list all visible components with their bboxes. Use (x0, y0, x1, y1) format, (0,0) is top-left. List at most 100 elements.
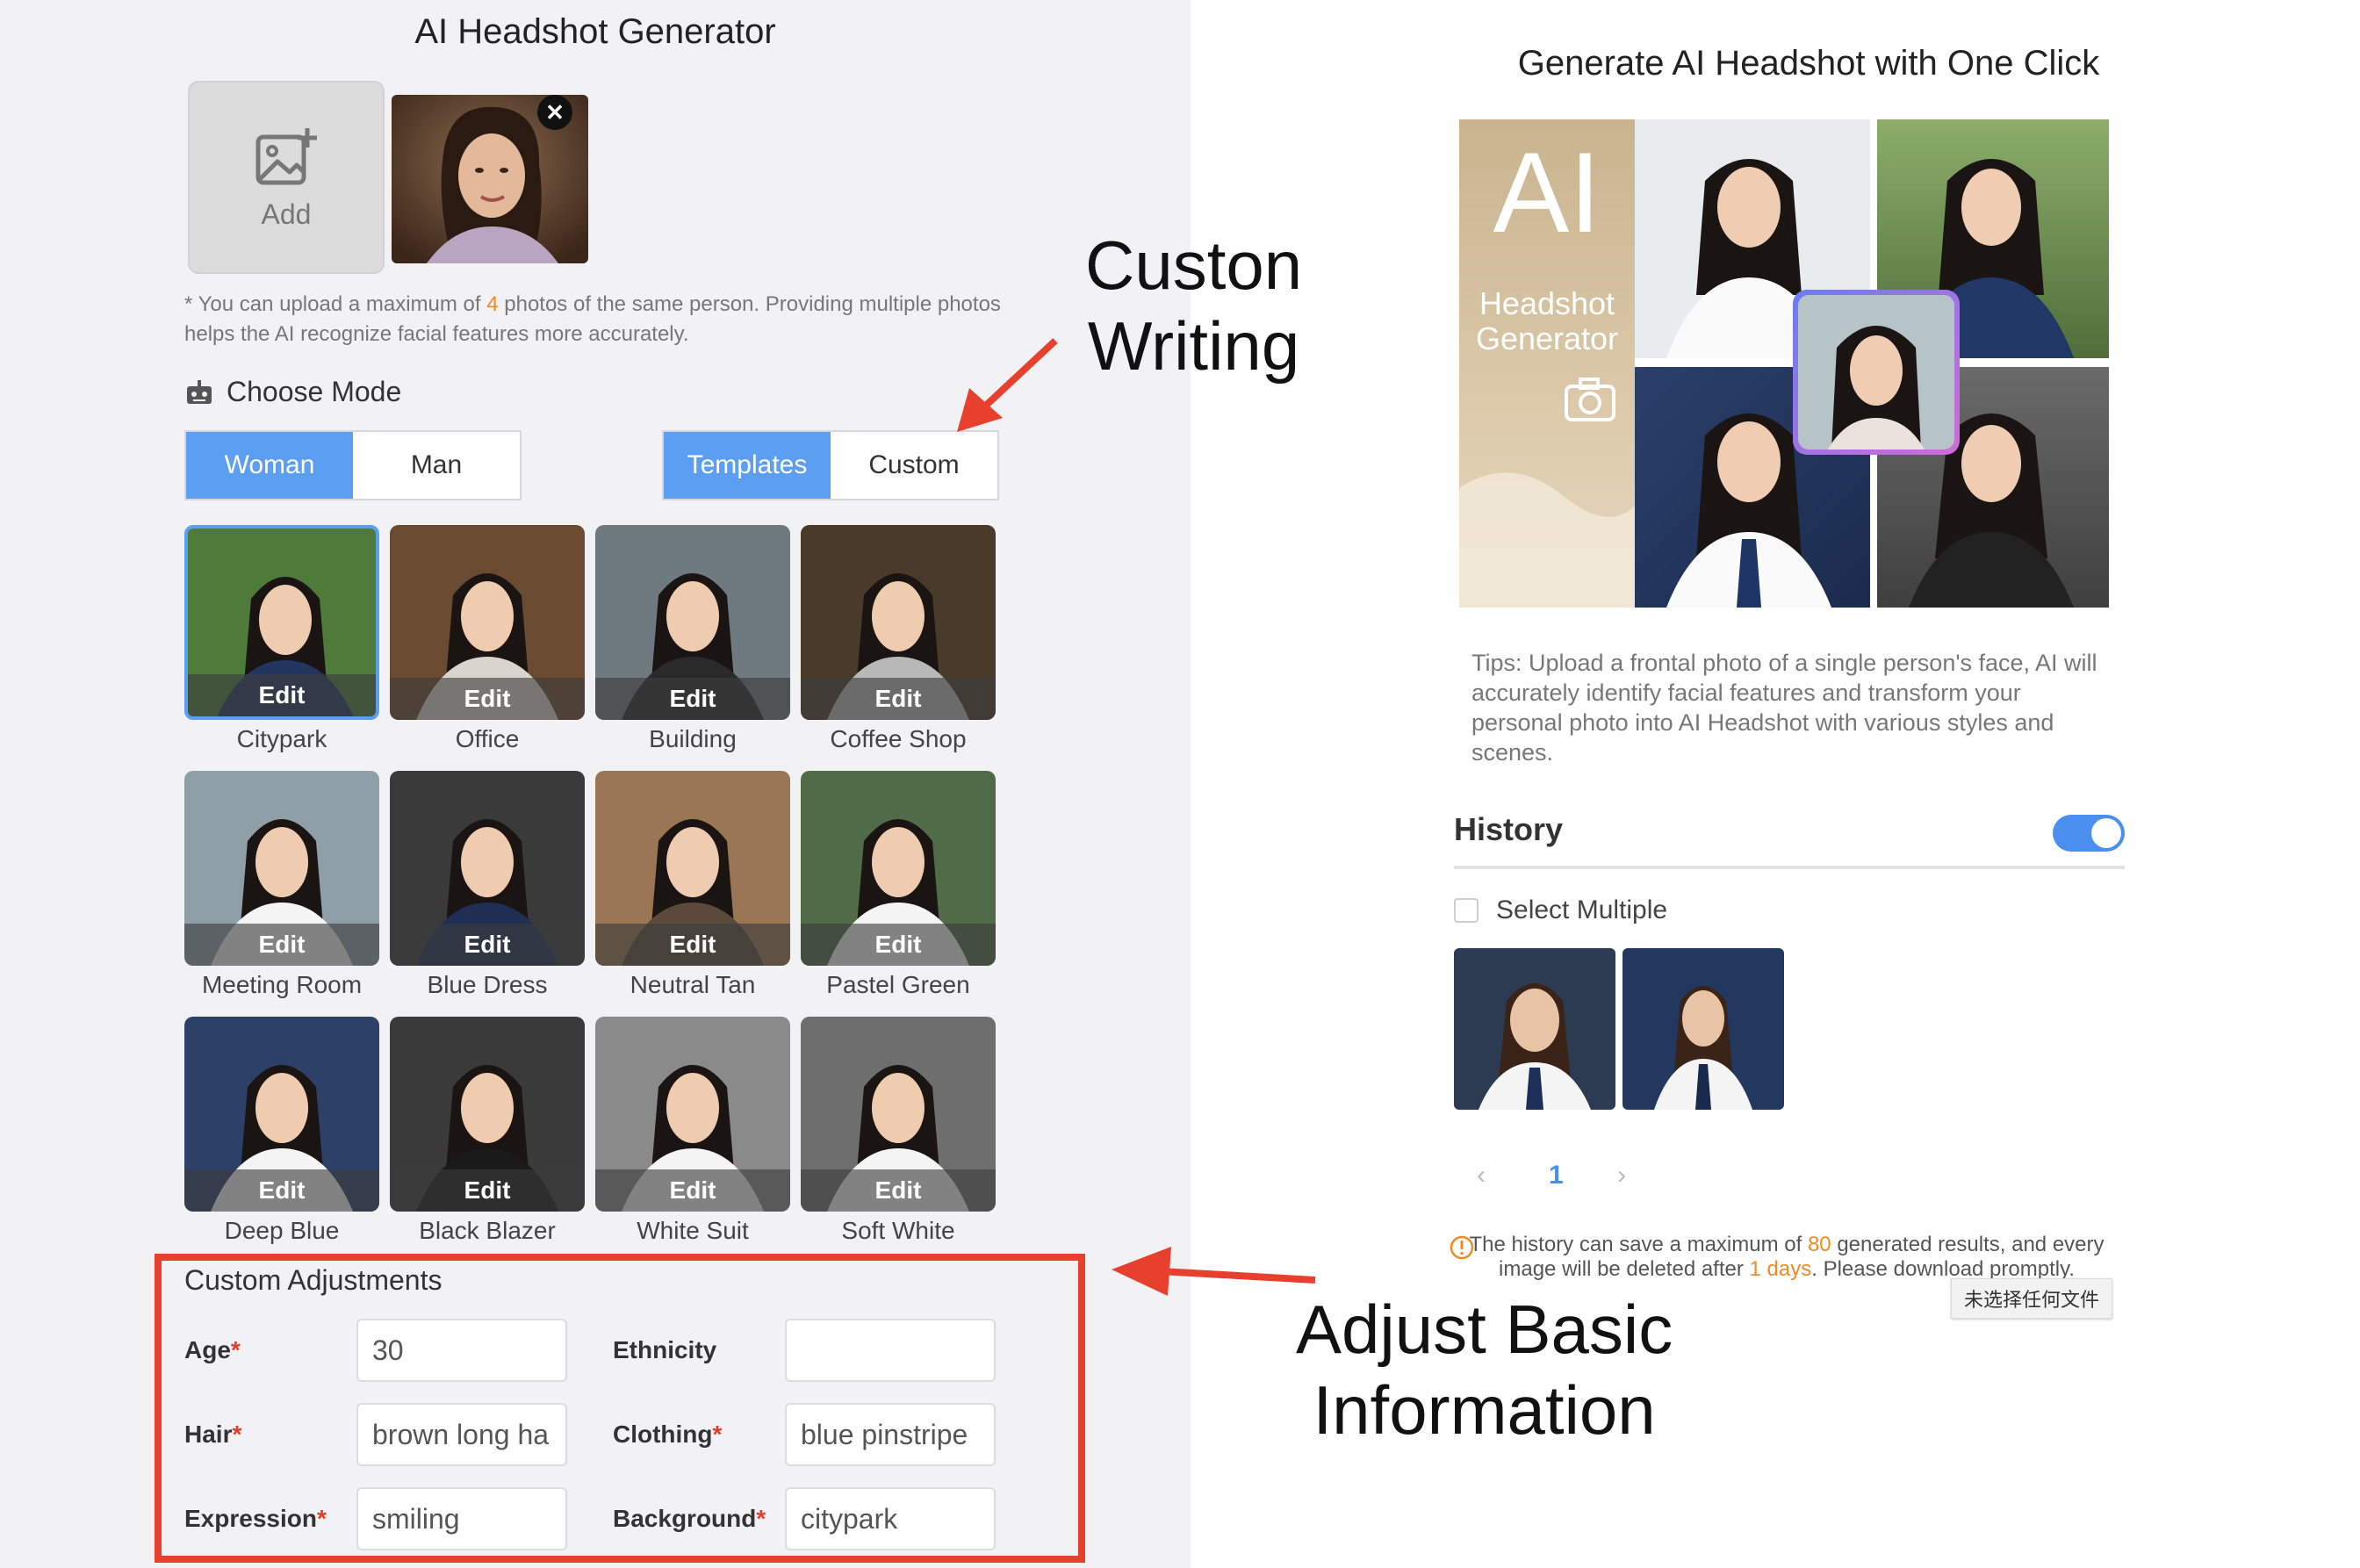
screenshot-root: AI Headshot Generator Add ✕ * You can up… (0, 0, 2360, 1568)
template-name: Blue Dress (427, 971, 548, 998)
expression-input[interactable]: smiling (356, 1487, 567, 1550)
page-number[interactable]: 1 (1549, 1161, 1564, 1190)
template-image[interactable]: Edit (184, 771, 379, 966)
edit-button[interactable]: Edit (390, 678, 585, 720)
hair-label: Hair* (184, 1421, 242, 1448)
prev-page-button[interactable]: ‹ (1477, 1161, 1486, 1190)
toggle-knob (2091, 818, 2121, 848)
template-name: White Suit (637, 1217, 749, 1244)
age-label: Age* (184, 1336, 241, 1363)
template-name: Neutral Tan (630, 971, 756, 998)
template-card[interactable]: Edit Neutral Tan (595, 771, 790, 999)
history-divider (1454, 866, 2125, 869)
next-page-button[interactable]: › (1617, 1161, 1626, 1190)
template-card[interactable]: Edit Pastel Green (801, 771, 996, 999)
arrow-to-custom (957, 338, 1058, 432)
edit-button[interactable]: Edit (595, 924, 790, 966)
template-image[interactable]: Edit (595, 525, 790, 720)
man-option[interactable]: Man (353, 432, 520, 499)
expression-label: Expression* (184, 1505, 327, 1532)
template-card[interactable]: Edit Black Blazer (390, 1017, 585, 1245)
clothing-input[interactable]: blue pinstripe (785, 1403, 996, 1466)
edit-button[interactable]: Edit (801, 1169, 996, 1212)
edit-button[interactable]: Edit (188, 674, 376, 716)
custom-writing-annotation: Custon Writing (1085, 227, 1303, 385)
age-input[interactable]: 30 (356, 1319, 567, 1382)
chevron-right-icon: › (1617, 1161, 1626, 1190)
background-label: Background* (613, 1505, 766, 1532)
background-input[interactable]: citypark (785, 1487, 996, 1550)
portrait-center (1793, 290, 1960, 455)
hero-line2: Generator (1476, 320, 1618, 356)
close-icon: ✕ (545, 98, 565, 126)
select-multiple-checkbox[interactable] (1454, 898, 1479, 923)
template-image[interactable]: Edit (390, 771, 585, 966)
add-image-icon (255, 127, 317, 184)
template-image[interactable]: Edit (801, 1017, 996, 1212)
template-card[interactable]: Edit Meeting Room (184, 771, 379, 999)
adjust-info-annotation: Adjust Basic Information (1296, 1291, 1673, 1449)
template-image[interactable]: Edit (390, 1017, 585, 1212)
template-name: Office (455, 725, 520, 752)
history-image[interactable] (1622, 948, 1784, 1110)
template-name: Meeting Room (201, 971, 363, 998)
template-card[interactable]: Edit White Suit (595, 1017, 790, 1245)
choose-mode-header: Choose Mode (184, 376, 401, 408)
template-card[interactable]: Edit Office (390, 525, 585, 753)
custom-adjustments-title: Custom Adjustments (184, 1264, 442, 1296)
template-image[interactable]: Edit (595, 1017, 790, 1212)
template-card[interactable]: Edit Coffee Shop (801, 525, 996, 753)
history-toggle[interactable] (2053, 815, 2125, 852)
template-image[interactable]: Edit (801, 771, 996, 966)
template-card[interactable]: Edit Soft White (801, 1017, 996, 1245)
chevron-left-icon: ‹ (1477, 1161, 1486, 1190)
template-card[interactable]: Edit Building (595, 525, 790, 753)
template-card[interactable]: Edit Deep Blue (184, 1017, 379, 1245)
hero-banner: AI Headshot Generator (1459, 119, 2109, 608)
choose-mode-label: Choose Mode (227, 376, 402, 407)
tips-text: Tips: Upload a frontal photo of a single… (1471, 650, 2097, 766)
edit-button[interactable]: Edit (390, 924, 585, 966)
edit-button[interactable]: Edit (595, 678, 790, 720)
template-name: Building (649, 725, 737, 752)
right-title: Generate AI Headshot with One Click (1517, 44, 2100, 83)
add-photo-button[interactable]: Add (188, 81, 385, 274)
edit-button[interactable]: Edit (390, 1169, 585, 1212)
clothing-label: Clothing* (613, 1421, 723, 1448)
template-image[interactable]: Edit (801, 525, 996, 720)
hair-input[interactable]: brown long ha (356, 1403, 567, 1466)
page-title: AI Headshot Generator (414, 12, 776, 51)
template-image[interactable]: Edit (390, 525, 585, 720)
remove-photo-button[interactable]: ✕ (537, 95, 572, 130)
template-card[interactable]: Edit Blue Dress (390, 771, 585, 999)
template-image[interactable]: Edit (184, 1017, 379, 1212)
upload-note: * You can upload a maximum of 4 photos o… (184, 292, 1001, 346)
select-multiple-label: Select Multiple (1496, 895, 1668, 924)
select-multiple[interactable]: Select Multiple (1454, 895, 1667, 925)
template-name: Pastel Green (826, 971, 970, 998)
template-name: Soft White (841, 1217, 955, 1244)
edit-button[interactable]: Edit (801, 924, 996, 966)
generator-panel: AI Headshot Generator Add ✕ * You can up… (0, 0, 1191, 1568)
template-card[interactable]: Edit Citypark (184, 525, 379, 753)
edit-button[interactable]: Edit (184, 1169, 379, 1212)
custom-option[interactable]: Custom (831, 432, 997, 499)
template-image[interactable]: Edit (595, 771, 790, 966)
templates-option[interactable]: Templates (664, 432, 831, 499)
template-name: Black Blazer (419, 1217, 556, 1244)
edit-button[interactable]: Edit (184, 924, 379, 966)
history-title: History (1454, 811, 1564, 847)
file-tooltip: 未选择任何文件 (1951, 1278, 2113, 1319)
history-image[interactable] (1454, 948, 1615, 1110)
arrow-to-adjustments (1112, 1247, 1316, 1296)
hero-ai-text: AI (1493, 128, 1601, 256)
edit-button[interactable]: Edit (595, 1169, 790, 1212)
template-name: Citypark (236, 725, 327, 752)
gender-toggle: Woman Man (184, 430, 522, 500)
woman-option[interactable]: Woman (186, 432, 353, 499)
hero-line1: Headshot (1479, 285, 1615, 321)
template-image[interactable]: Edit (184, 525, 379, 720)
ethnicity-input[interactable] (785, 1319, 996, 1382)
edit-button[interactable]: Edit (801, 678, 996, 720)
ethnicity-label: Ethnicity (613, 1336, 717, 1363)
